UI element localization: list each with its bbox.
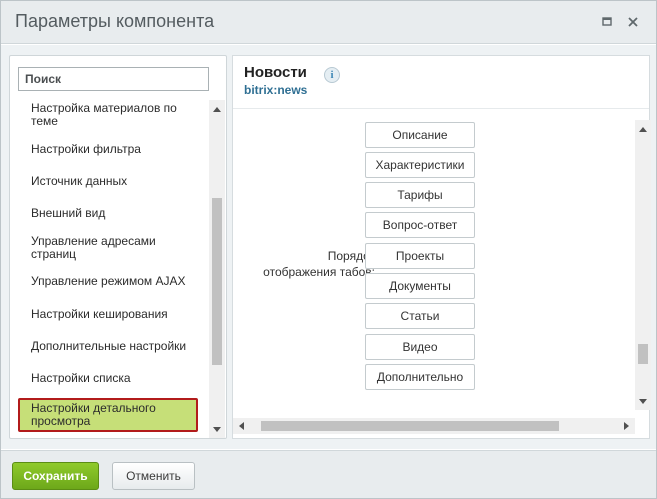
dialog-body: Настройка материалов по теме Настройки ф…	[1, 45, 656, 449]
tab-order-item-additional[interactable]: Дополнительно	[365, 364, 475, 390]
scroll-left-icon[interactable]	[239, 422, 244, 430]
sidebar-item-data-source[interactable]: Источник данных	[18, 175, 198, 188]
scrollbar-thumb[interactable]	[212, 198, 222, 365]
dialog-title: Параметры компонента	[15, 11, 215, 31]
component-title: Новости	[244, 64, 307, 81]
properties-area: Порядок отображения табов: Описание Хара…	[233, 122, 637, 408]
save-button[interactable]: Сохранить	[12, 462, 99, 490]
close-icon[interactable]	[625, 14, 641, 30]
tab-order-label: Порядок отображения табов:	[263, 249, 375, 279]
tab-order-item-documents[interactable]: Документы	[365, 273, 475, 299]
info-icon[interactable]: i	[324, 67, 340, 83]
scroll-down-icon[interactable]	[639, 399, 647, 404]
tab-order-item-projects[interactable]: Проекты	[365, 243, 475, 269]
divider	[233, 108, 649, 109]
scroll-up-icon[interactable]	[639, 127, 647, 132]
tab-order-item-articles[interactable]: Статьи	[365, 303, 475, 329]
scroll-down-icon[interactable]	[213, 427, 221, 432]
sidebar-item-additional[interactable]: Дополнительные настройки	[18, 340, 198, 353]
properties-vertical-scrollbar[interactable]	[635, 120, 651, 410]
sections-list: Настройка материалов по теме Настройки ф…	[10, 100, 210, 438]
properties-horizontal-scrollbar[interactable]	[233, 418, 635, 434]
tab-order-item-characteristics[interactable]: Характеристики	[365, 152, 475, 178]
sidebar-item-url-management[interactable]: Управление адресами страниц	[18, 235, 198, 261]
sidebar-item-caching[interactable]: Настройки кеширования	[18, 308, 198, 321]
scroll-up-icon[interactable]	[213, 107, 221, 112]
scrollbar-thumb[interactable]	[638, 344, 648, 364]
dialog-footer: Сохранить Отменить	[1, 450, 656, 498]
maximize-icon[interactable]	[599, 14, 615, 30]
component-code: bitrix:news	[244, 83, 308, 97]
sidebar-item-appearance[interactable]: Внешний вид	[18, 207, 198, 220]
settings-sections-panel: Настройка материалов по теме Настройки ф…	[9, 55, 227, 439]
tab-order-item-video[interactable]: Видео	[365, 334, 475, 360]
sidebar-item-detail-view[interactable]: Настройки детального просмотра	[18, 398, 198, 432]
component-settings-dialog: Параметры компонента Настройка материало…	[0, 0, 657, 499]
sidebar-item-list[interactable]: Настройки списка	[18, 372, 198, 385]
component-properties-panel: Новости i bitrix:news Порядок отображени…	[232, 55, 651, 439]
sidebar-item-filter[interactable]: Настройки фильтра	[18, 143, 198, 156]
tab-order-item-tariffs[interactable]: Тарифы	[365, 182, 475, 208]
scrollbar-thumb[interactable]	[261, 421, 559, 431]
cancel-button[interactable]: Отменить	[112, 462, 195, 490]
search-input[interactable]	[18, 67, 209, 91]
sidebar-item-related-materials[interactable]: Настройка материалов по теме	[18, 102, 198, 128]
scroll-right-icon[interactable]	[624, 422, 629, 430]
sections-scrollbar[interactable]	[209, 100, 225, 438]
dialog-titlebar: Параметры компонента	[1, 1, 656, 44]
tab-order-item-faq[interactable]: Вопрос-ответ	[365, 212, 475, 238]
sidebar-item-ajax-mode[interactable]: Управление режимом AJAX	[18, 275, 198, 288]
tab-order-item-description[interactable]: Описание	[365, 122, 475, 148]
